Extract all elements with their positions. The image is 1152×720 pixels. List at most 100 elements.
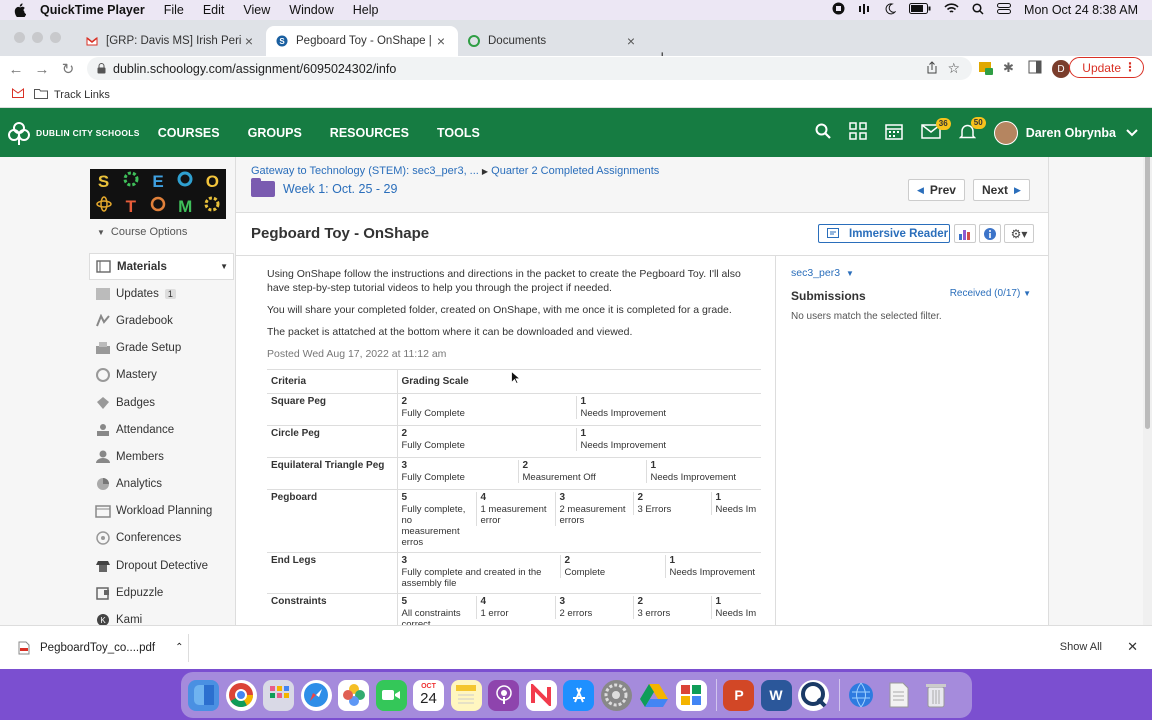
apps-grid-icon[interactable] — [848, 122, 867, 143]
menu-app-name[interactable]: QuickTime Player — [40, 3, 145, 17]
share-icon[interactable] — [926, 61, 938, 77]
menu-help[interactable]: Help — [353, 3, 379, 17]
menu-view[interactable]: View — [243, 3, 270, 17]
settings-button[interactable]: ⚙▾ — [1004, 224, 1034, 243]
nav-groups[interactable]: GROUPS — [248, 126, 302, 140]
sidebar-item-conferences[interactable]: Conferences — [89, 525, 234, 552]
puzzle-extensions-icon[interactable]: ✱ — [1003, 60, 1014, 76]
finder-icon[interactable] — [188, 679, 219, 711]
course-image[interactable]: S E O T M — [90, 169, 226, 219]
sidebar-item-dropout-detective[interactable]: Dropout Detective — [89, 552, 234, 579]
analytics-button[interactable] — [954, 224, 976, 243]
user-name[interactable]: Daren Obrynba — [1026, 126, 1116, 140]
calendar-icon[interactable] — [884, 122, 903, 143]
prev-button[interactable]: ◀ Prev — [908, 179, 965, 201]
safari-icon[interactable] — [300, 679, 332, 711]
system-preferences-icon[interactable] — [600, 679, 632, 711]
notifications-icon[interactable]: 50 — [958, 116, 986, 143]
sidebar-item-gradebook[interactable]: Gradebook — [89, 307, 234, 334]
record-stop-icon[interactable] — [832, 2, 845, 18]
quicktime-icon[interactable] — [798, 679, 829, 711]
school-logo[interactable]: DUBLIN CITY SCHOOLS — [6, 120, 140, 146]
profile-avatar[interactable]: D — [1052, 60, 1070, 78]
document-icon[interactable] — [883, 680, 914, 711]
back-icon[interactable]: ← — [6, 61, 26, 78]
close-tab-icon[interactable]: × — [242, 33, 256, 49]
close-window-button[interactable] — [14, 32, 25, 43]
minimize-window-button[interactable] — [32, 32, 43, 43]
course-options[interactable]: ▼ Course Options — [97, 226, 187, 238]
extension-icon[interactable] — [978, 60, 994, 79]
google-drive-icon[interactable] — [638, 680, 669, 711]
podcasts-icon[interactable] — [488, 679, 519, 711]
app-store-icon[interactable] — [563, 679, 594, 711]
menu-edit[interactable]: Edit — [203, 3, 225, 17]
breadcrumb-course[interactable]: Gateway to Technology (STEM): sec3_per3,… — [251, 165, 479, 177]
lock-icon[interactable] — [97, 63, 106, 77]
info-button[interactable] — [979, 224, 1001, 243]
sidebar-item-updates[interactable]: Updates 1 — [89, 280, 234, 307]
apple-icon[interactable] — [14, 3, 28, 17]
sidebar-item-grade-setup[interactable]: Grade Setup — [89, 335, 234, 362]
tab-gmail[interactable]: [GRP: Davis MS] Irish Period Ti × — [76, 26, 266, 56]
sidebar-item-attendance[interactable]: Attendance — [89, 416, 234, 443]
nav-tools[interactable]: TOOLS — [437, 126, 480, 140]
window-controls[interactable] — [14, 32, 61, 43]
moon-icon[interactable] — [884, 2, 897, 18]
news-icon[interactable] — [525, 679, 557, 711]
scrollbar[interactable] — [1143, 157, 1152, 625]
battery-icon[interactable] — [909, 3, 931, 17]
bookmark-star-icon[interactable]: ☆ — [947, 60, 960, 77]
gmail-bookmark-icon[interactable] — [12, 88, 24, 101]
menu-window[interactable]: Window — [289, 3, 333, 17]
submissions-filter[interactable]: Received (0/17) ▼ — [950, 288, 1031, 299]
sidebar-item-members[interactable]: Members — [89, 443, 234, 470]
week-folder[interactable]: Week 1: Oct. 25 - 29 — [251, 178, 397, 197]
caret-down-icon[interactable]: ▼ — [220, 262, 228, 271]
breadcrumb-folder[interactable]: Quarter 2 Completed Assignments — [491, 165, 659, 177]
tab-documents[interactable]: Documents × — [458, 26, 648, 56]
nav-resources[interactable]: RESOURCES — [330, 126, 409, 140]
immersive-reader-button[interactable]: Immersive Reader — [818, 224, 950, 243]
wifi-icon[interactable] — [944, 3, 959, 17]
update-button[interactable]: Update ⋮ — [1069, 57, 1144, 78]
menu-file[interactable]: File — [164, 3, 184, 17]
spotlight-icon[interactable] — [972, 2, 984, 18]
show-all-button[interactable]: Show All — [1060, 641, 1102, 653]
chrome-apps-icon[interactable] — [675, 679, 707, 711]
sidebar-panel-icon[interactable] — [1028, 60, 1042, 77]
close-icon[interactable]: ✕ — [1127, 639, 1138, 655]
search-icon[interactable] — [815, 123, 831, 142]
facetime-icon[interactable] — [375, 679, 407, 711]
forward-icon[interactable]: → — [32, 61, 52, 78]
nav-courses[interactable]: COURSES — [158, 126, 220, 140]
sidebar-item-workload-planning[interactable]: Workload Planning — [89, 498, 234, 525]
user-avatar[interactable] — [993, 120, 1018, 145]
photos-icon[interactable] — [338, 679, 369, 711]
sidebar-item-analytics[interactable]: Analytics — [89, 471, 234, 498]
sidebar-item-mastery[interactable]: Mastery — [89, 362, 234, 389]
chevron-up-icon[interactable]: ⌃ — [175, 642, 183, 653]
reload-icon[interactable]: ↻ — [58, 60, 78, 78]
messages-icon[interactable]: 36 — [920, 117, 951, 142]
section-selector[interactable]: sec3_per3 ▼ — [791, 267, 1031, 279]
address-bar[interactable]: dublin.schoology.com/assignment/60950243… — [87, 57, 972, 80]
audio-icon[interactable] — [858, 3, 871, 18]
close-tab-icon[interactable]: × — [624, 33, 638, 49]
download-item[interactable]: PegboardToy_co....pdf ⌃ — [18, 641, 183, 655]
zoom-window-button[interactable] — [50, 32, 61, 43]
scrollbar-thumb[interactable] — [1145, 157, 1150, 429]
word-icon[interactable]: W — [760, 679, 792, 711]
trash-icon[interactable] — [921, 680, 952, 711]
calendar-app-icon[interactable]: OCT 24 — [413, 679, 444, 711]
tab-schoology[interactable]: S Pegboard Toy - OnShape | Sch × — [266, 26, 458, 56]
powerpoint-icon[interactable]: P — [723, 679, 754, 711]
sidebar-item-materials[interactable]: Materials ▼ — [89, 253, 234, 281]
clock[interactable]: Mon Oct 24 8:38 AM — [1024, 3, 1138, 17]
launchpad-icon[interactable] — [263, 679, 294, 711]
chevron-down-icon[interactable] — [1126, 126, 1138, 140]
notes-icon[interactable] — [450, 679, 482, 711]
close-tab-icon[interactable]: × — [434, 33, 448, 49]
chrome-icon[interactable] — [225, 679, 257, 711]
next-button[interactable]: Next ▶ — [973, 179, 1030, 201]
